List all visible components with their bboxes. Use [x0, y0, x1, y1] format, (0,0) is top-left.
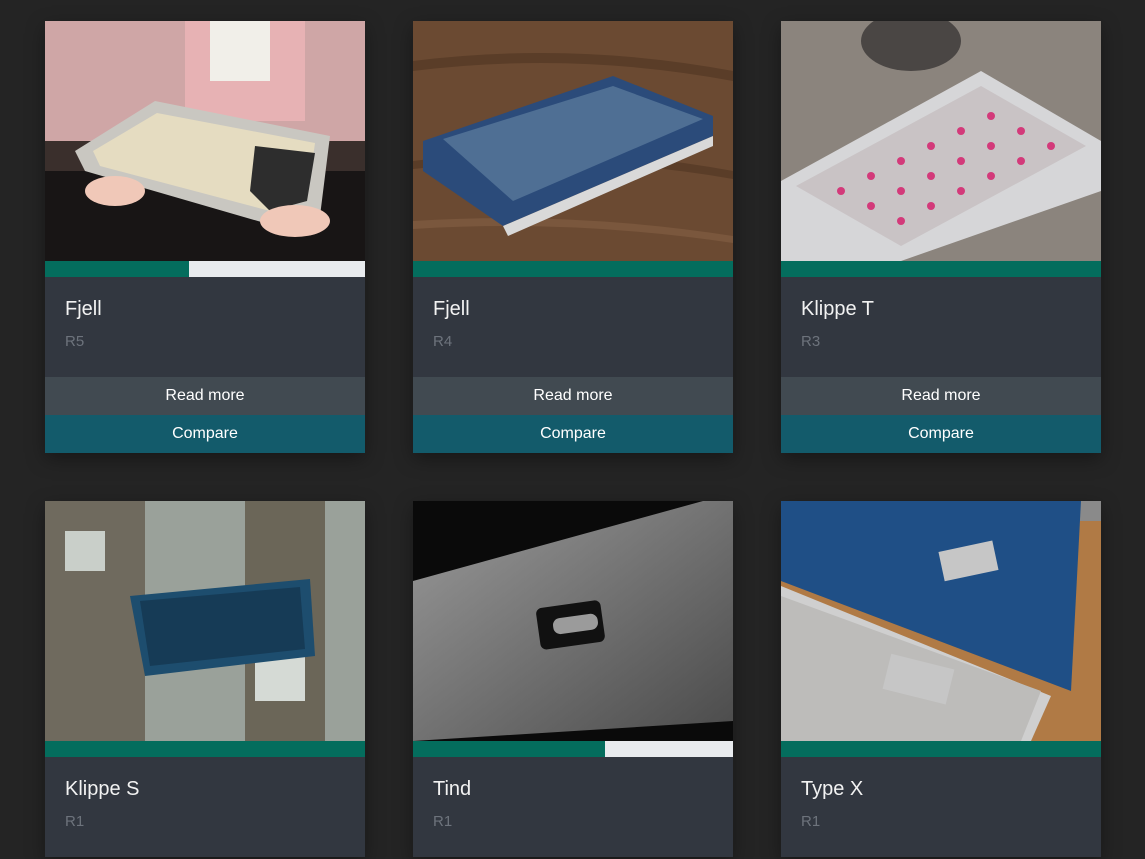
- product-title: Klippe T: [801, 298, 875, 320]
- product-title: Fjell: [433, 298, 470, 320]
- keyboard-photo-icon: [45, 501, 365, 741]
- case-badges-photo-icon: [781, 501, 1101, 741]
- compare-button[interactable]: Compare: [781, 415, 1101, 453]
- product-round: R1: [801, 813, 821, 830]
- product-info: Klippe T R3: [781, 277, 1101, 377]
- funding-progress-bar: [413, 261, 733, 277]
- product-image[interactable]: [413, 21, 733, 261]
- funding-progress-bar: [45, 741, 365, 757]
- keyboard-photo-icon: [781, 21, 1101, 261]
- product-round: R3: [801, 333, 821, 350]
- product-grid: Fjell R5 Read more Compare Fjell R4 Read: [45, 21, 1101, 857]
- product-card: Klippe S R1: [45, 501, 365, 857]
- progress-fill: [781, 261, 1101, 277]
- product-title: Tind: [433, 778, 472, 800]
- funding-progress-bar: [781, 261, 1101, 277]
- product-card: Fjell R4 Read more Compare: [413, 21, 733, 453]
- product-title: Fjell: [65, 298, 102, 320]
- progress-fill: [413, 261, 733, 277]
- product-image[interactable]: [45, 501, 365, 741]
- product-card: Klippe T R3 Read more Compare: [781, 21, 1101, 453]
- product-round: R4: [433, 333, 453, 350]
- product-round: R5: [65, 333, 85, 350]
- progress-fill: [45, 741, 365, 757]
- read-more-button[interactable]: Read more: [45, 377, 365, 415]
- progress-fill: [413, 741, 605, 757]
- product-info: Type X R1: [781, 757, 1101, 857]
- product-image[interactable]: [45, 21, 365, 261]
- funding-progress-bar: [413, 741, 733, 757]
- compare-button[interactable]: Compare: [413, 415, 733, 453]
- product-title: Klippe S: [65, 778, 140, 800]
- product-card: Fjell R5 Read more Compare: [45, 21, 365, 453]
- compare-button[interactable]: Compare: [45, 415, 365, 453]
- product-info: Fjell R5: [45, 277, 365, 377]
- keyboard-photo-icon: [45, 21, 365, 261]
- progress-fill: [781, 741, 1101, 757]
- product-image[interactable]: [413, 501, 733, 741]
- product-card: Type X R1: [781, 501, 1101, 857]
- case-render-icon: [413, 501, 733, 741]
- read-more-button[interactable]: Read more: [413, 377, 733, 415]
- funding-progress-bar: [45, 261, 365, 277]
- product-image[interactable]: [781, 501, 1101, 741]
- progress-fill: [45, 261, 189, 277]
- keyboard-photo-icon: [413, 21, 733, 261]
- product-title: Type X: [801, 778, 864, 800]
- product-info: Fjell R4: [413, 277, 733, 377]
- read-more-button[interactable]: Read more: [781, 377, 1101, 415]
- product-card: Tind R1: [413, 501, 733, 857]
- product-info: Klippe S R1: [45, 757, 365, 857]
- funding-progress-bar: [781, 741, 1101, 757]
- product-round: R1: [433, 813, 453, 830]
- product-info: Tind R1: [413, 757, 733, 857]
- product-round: R1: [65, 813, 85, 830]
- product-image[interactable]: [781, 21, 1101, 261]
